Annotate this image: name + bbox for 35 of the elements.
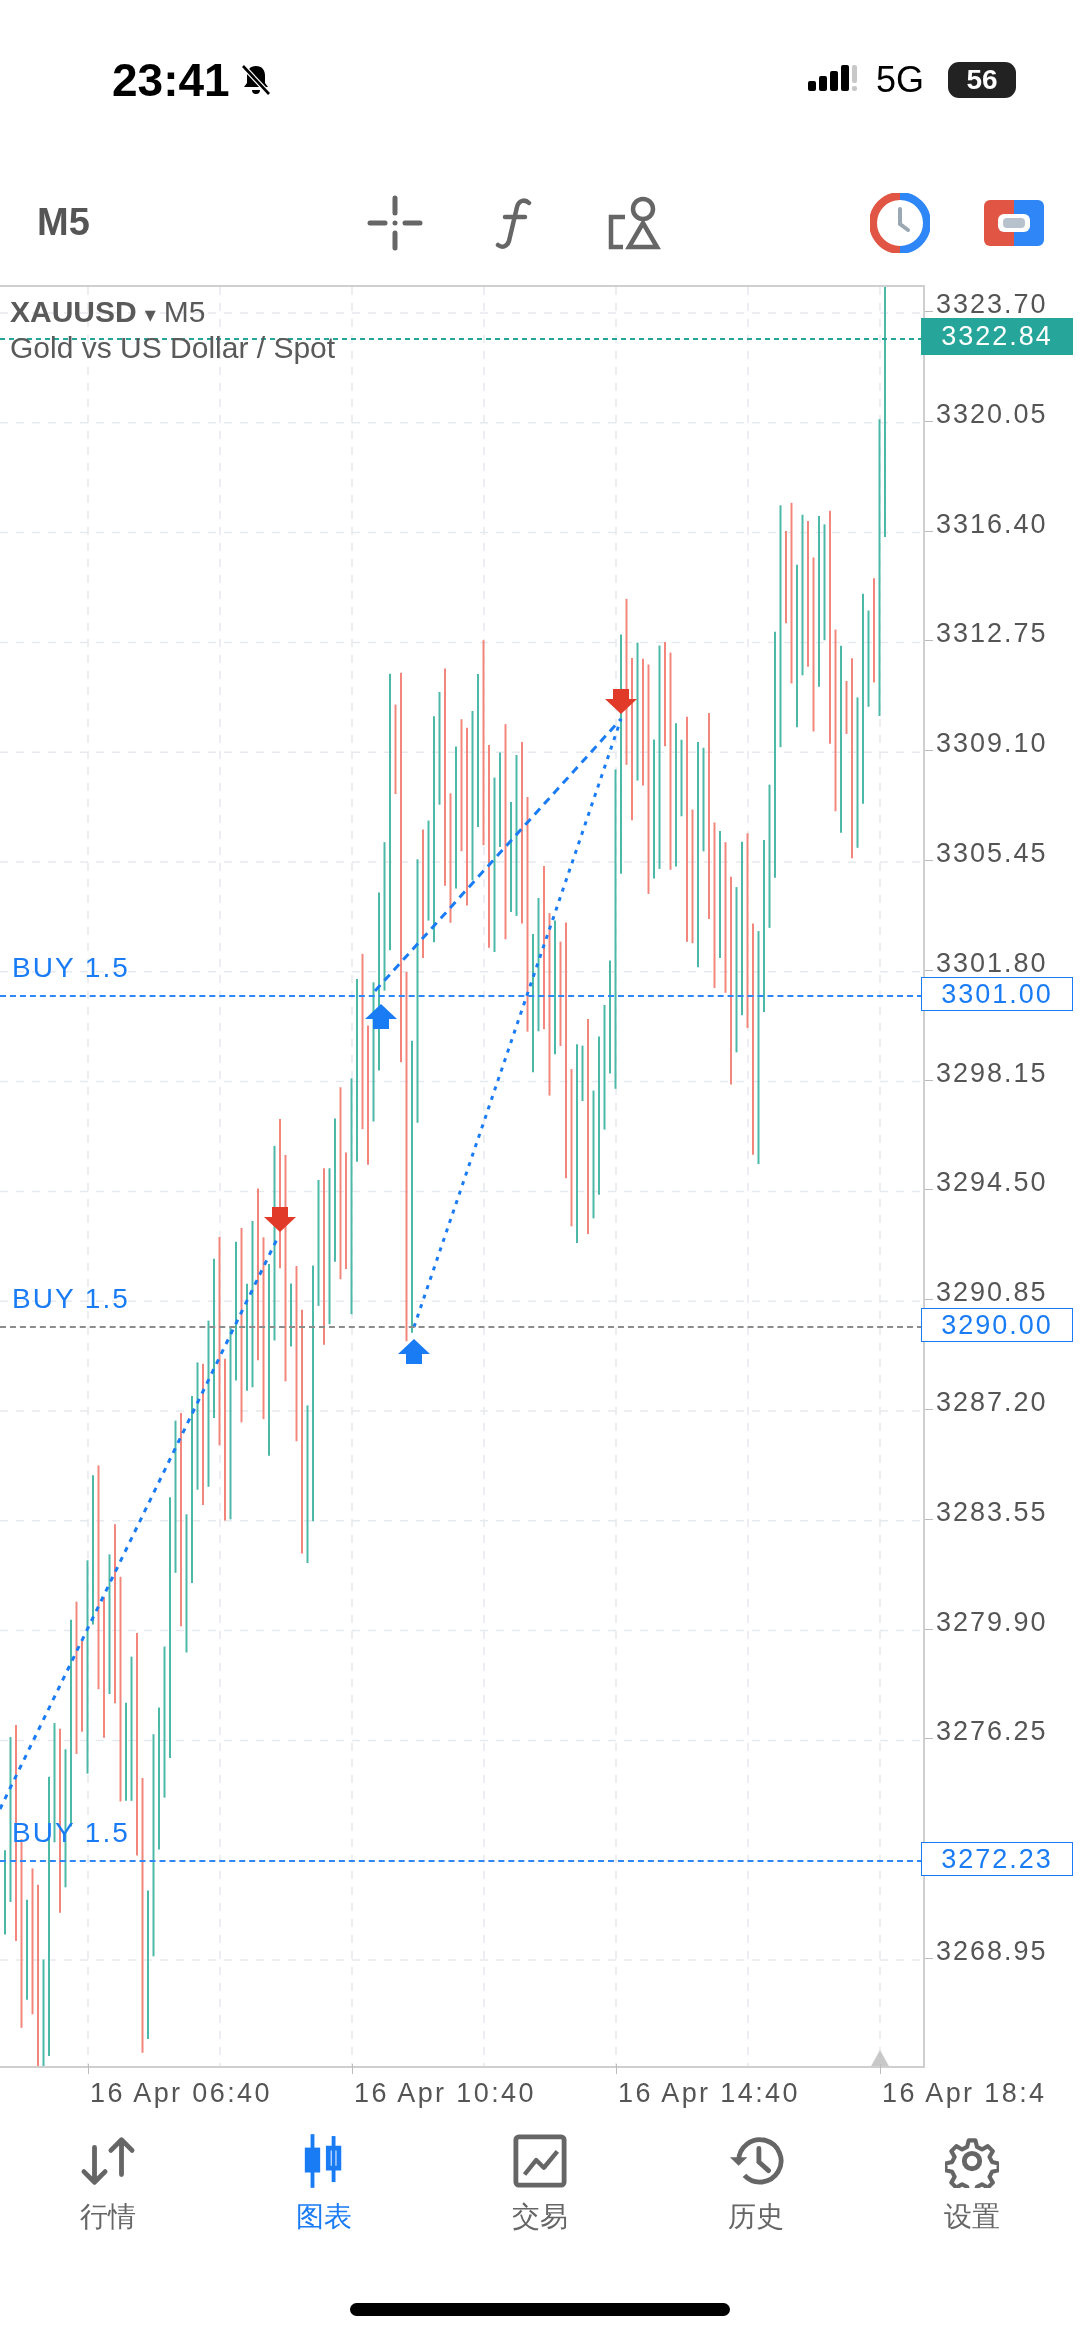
nav-tab[interactable]: 设置: [864, 2134, 1080, 2236]
caret-icon[interactable]: ▾: [144, 302, 156, 328]
time-tick: 16 Apr 06:40: [90, 2078, 272, 2109]
order-price-tag: 3272.23: [921, 1842, 1073, 1876]
order-price-tag: 3301.00: [921, 977, 1073, 1011]
clock-toggle-icon[interactable]: [870, 192, 930, 253]
sell-arrow-icon: [264, 1207, 296, 1232]
nav-tab[interactable]: 行情: [0, 2134, 216, 2236]
nav-tab[interactable]: 图表: [216, 2134, 432, 2236]
timeframe-label: M5: [163, 295, 206, 329]
order-label: BUY 1.5: [12, 952, 130, 984]
symbol-description: Gold vs US Dollar / Spot: [10, 331, 336, 365]
crosshair-icon[interactable]: [367, 194, 423, 251]
symbol-label[interactable]: XAUUSD: [10, 295, 137, 329]
time-tick: 16 Apr 18:4: [882, 2078, 1047, 2109]
current-price-tag: 3322.84: [921, 318, 1073, 355]
sell-arrow-icon: [605, 689, 637, 714]
status-time: 23:41: [112, 53, 230, 107]
nav-tab[interactable]: 历史: [648, 2134, 864, 2236]
line-chart-icon: [513, 2134, 567, 2188]
battery-icon: 56: [948, 62, 1016, 98]
shapes-icon[interactable]: [607, 194, 663, 251]
buy-arrow-icon: [365, 1004, 397, 1029]
swap-arrows-icon: [79, 2134, 137, 2188]
nav-tab[interactable]: 交易: [432, 2134, 648, 2236]
time-tick: 16 Apr 10:40: [354, 2078, 536, 2109]
network-label: 5G: [875, 59, 924, 101]
time-tick: 16 Apr 14:40: [618, 2078, 800, 2109]
order-price-tag: 3290.00: [921, 1308, 1073, 1342]
history-icon: [727, 2134, 785, 2188]
one-click-trading-icon[interactable]: [984, 199, 1044, 246]
order-label: BUY 1.5: [12, 1283, 130, 1315]
timeframe-button[interactable]: M5: [37, 201, 367, 244]
buy-arrow-icon: [398, 1339, 430, 1364]
scroll-marker-icon[interactable]: [870, 2050, 890, 2066]
